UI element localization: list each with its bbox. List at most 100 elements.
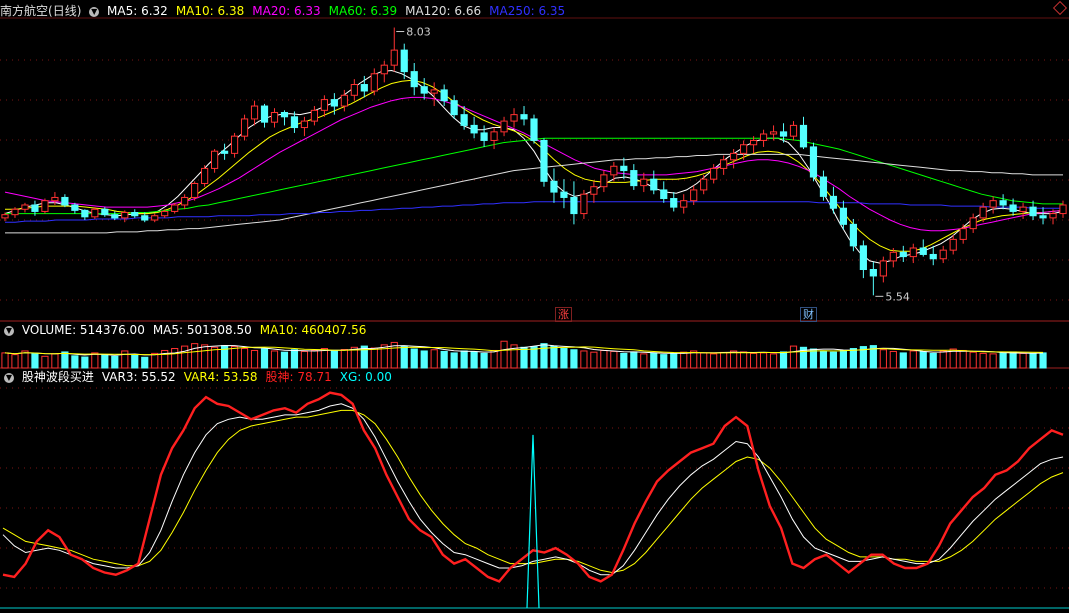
main-legend-item-5: MA250: 6.35 [489,4,566,18]
volume-bar [779,351,788,369]
volume-bar [819,350,828,369]
volume-bar [230,346,239,369]
candle-body [161,210,169,217]
zhang-badge[interactable]: 涨 [555,307,572,322]
candle-body [1059,204,1067,215]
volume-bar [240,348,249,369]
candle-body [869,269,877,277]
candle-body [420,86,428,94]
main-legend-item-1: MA10: 6.38 [175,4,245,18]
volume-bar [61,351,69,369]
candle-body [700,178,708,191]
candle-body [640,178,648,187]
volume-bar [650,352,658,369]
chevron-down-icon[interactable]: ▼ [4,372,14,383]
volume-bar [290,349,299,369]
candle-body [270,111,279,123]
candle-body [470,124,478,134]
volume-bar [540,343,548,369]
volume-bar [310,349,319,369]
main-legend-item-4: MA120: 6.66 [405,4,482,18]
stock-period: (日线) [48,4,82,18]
candle-body [730,152,738,161]
candle-body [899,251,907,258]
volume-bar [440,350,448,369]
candle-body [250,105,259,120]
candle-body [41,200,49,212]
main-moving-averages [4,69,1064,264]
candle-body [819,176,828,197]
candle-body [171,204,179,212]
main-legend-item-3: MA60: 6.39 [328,4,398,18]
candle-body [889,251,897,262]
volume-bar [340,348,348,369]
volume-bar [1,352,9,369]
candle-body [839,207,848,225]
volume-bar [959,349,967,369]
volume-bar [769,353,778,369]
volume-legend-item-2: MA10: 460407.56 [259,323,367,337]
volume-bar [620,352,628,369]
candle-body [1,214,9,219]
candle-body [1039,215,1047,219]
volume-bar [680,351,688,369]
candle-body [879,260,887,277]
candle-body [560,191,568,198]
candle-body [51,196,59,202]
candle-body [330,99,338,107]
volume-bar [590,351,598,369]
volume-bar [330,350,338,369]
candle-body [620,165,628,172]
volume-bar [181,345,189,369]
candle-body [1049,213,1057,219]
volume-bar [919,351,927,369]
candle-body [1019,206,1027,212]
candle-body [490,131,498,141]
volume-bar [151,352,159,369]
candle-body [400,49,408,73]
indicator-line-XG [526,434,540,609]
indicator-lines [2,391,1064,609]
candle-body [350,84,358,96]
volume-bar [121,350,129,369]
volume-bar [740,351,748,369]
candle-body [919,247,927,255]
candle-body [740,144,748,154]
candlestick-series [1,27,1067,296]
volume-bar [989,353,997,369]
volume-bar [610,350,618,369]
candle-body [680,200,688,208]
volume-legend-item-0: VOLUME: 514376.00 [21,323,145,337]
candle-body [600,174,608,188]
candle-body [480,132,488,141]
main-legend-item-0: MA5: 6.32 [107,4,168,18]
volume-bar [131,354,139,369]
candle-body [799,124,808,148]
main-legend: 南方航空(日线) ▼ MA5: 6.32 MA10: 6.38 MA20: 6.33… [0,2,573,20]
volume-bar [51,353,59,369]
candle-body [570,196,578,215]
candle-body [590,186,598,195]
candle-body [220,150,229,154]
candle-body [191,182,199,198]
volume-bar [560,348,568,369]
volume-bar [470,351,478,369]
volume-bar [929,352,937,369]
candle-body [580,193,588,215]
candle-body [21,204,29,210]
chevron-down-icon[interactable]: ▼ [4,325,14,336]
price-annotations: 8.03 5.54 [396,26,910,303]
candle-body [300,120,309,129]
candle-body [929,253,937,260]
candle-body [630,170,638,187]
chevron-down-icon[interactable]: ▼ [89,6,100,17]
volume-bar [141,356,149,369]
candle-body [430,89,438,94]
volume-bar [300,350,309,369]
cai-badge[interactable]: 财 [800,307,817,322]
candle-body [779,131,788,137]
volume-bar [670,352,678,369]
volume-bar [31,352,39,369]
candle-body [201,167,209,184]
ma-line-ma120 [5,153,1063,234]
